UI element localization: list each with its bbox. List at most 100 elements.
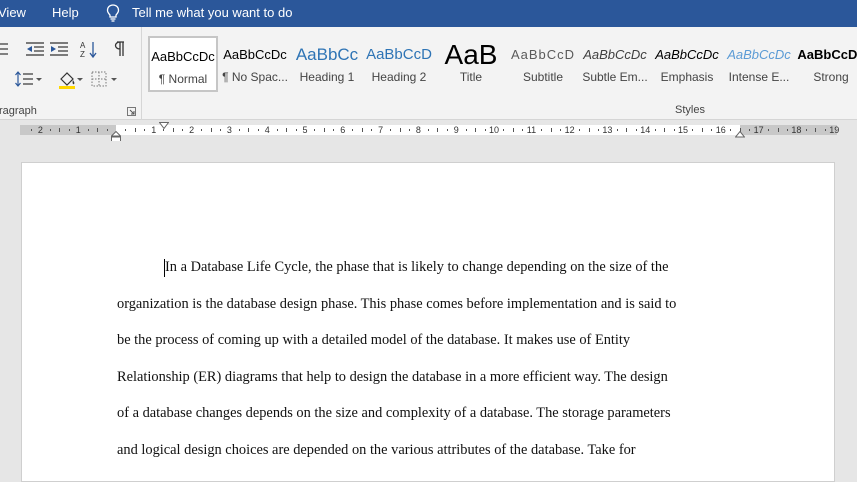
menu-help[interactable]: Help <box>52 5 79 20</box>
styles-gallery: AaBbCcDc ¶ Normal AaBbCcDc ¶ No Spac... … <box>148 36 857 92</box>
ruler-tick <box>172 128 174 132</box>
style-preview: AaBbCcDc <box>583 47 647 62</box>
ruler-tick <box>550 128 552 132</box>
ruler-tick <box>588 128 590 132</box>
ruler-tick <box>815 128 817 132</box>
style-name: Subtle Em... <box>582 70 648 84</box>
paragraph-line[interactable]: and logical design choices are depended … <box>117 442 636 459</box>
ruler-tick <box>333 129 335 131</box>
ruler-tick <box>503 129 505 131</box>
style-subtle-emphasis[interactable]: AaBbCcDc Subtle Em... <box>580 36 650 92</box>
ruler-label: 19 <box>829 125 840 135</box>
style-preview: AaBbCcD <box>366 46 432 63</box>
ruler-tick <box>786 129 788 131</box>
decrease-indent-icon[interactable] <box>24 39 46 59</box>
borders-icon[interactable] <box>88 69 110 89</box>
ruler-label: 1 <box>151 125 157 135</box>
ruler-tick <box>673 129 675 131</box>
ruler-tick <box>125 129 127 131</box>
style-subtitle[interactable]: AaBbCcD Subtitle <box>508 36 578 92</box>
borders-dropdown-icon[interactable] <box>109 69 119 89</box>
ruler-tick <box>597 129 599 131</box>
ruler-tick <box>286 128 288 132</box>
style-preview: AaBbCcD <box>510 47 576 62</box>
paragraph-line[interactable]: organization is the database design phas… <box>117 296 676 313</box>
svg-text:Z: Z <box>80 50 85 59</box>
style-name: Emphasis <box>660 70 714 84</box>
ruler-tick <box>106 129 108 131</box>
ruler-tick <box>635 129 637 131</box>
show-formatting-marks-icon[interactable] <box>108 39 130 59</box>
ruler-label: 5 <box>302 125 308 135</box>
ruler-label: 18 <box>791 125 802 135</box>
style-intense-emphasis[interactable]: AaBbCcDc Intense E... <box>724 36 794 92</box>
ruler-tick <box>626 128 628 132</box>
ruler-tick <box>390 129 392 131</box>
ruler-tick <box>361 128 363 132</box>
document-area: In a Database Life Cycle, the phase that… <box>0 141 857 482</box>
ruler-tick <box>49 129 51 131</box>
ruler-label: 7 <box>378 125 384 135</box>
ruler-label: 3 <box>226 125 232 135</box>
paragraph-line[interactable]: be the process of coming up with a detai… <box>117 332 630 349</box>
lightbulb-icon[interactable] <box>105 3 121 23</box>
ruler-label: 2 <box>189 125 195 135</box>
ruler-tick <box>210 128 212 132</box>
style-emphasis[interactable]: AaBbCcDc Emphasis <box>652 36 722 92</box>
ruler-tick <box>182 129 184 131</box>
ruler-tick <box>134 128 136 132</box>
ruler-tick <box>512 128 514 132</box>
ruler-tick <box>97 128 99 132</box>
ruler-tick <box>522 129 524 131</box>
style-normal[interactable]: AaBbCcDc ¶ Normal <box>148 36 218 92</box>
tell-me-search[interactable]: Tell me what you want to do <box>132 5 292 20</box>
ruler-tick <box>824 129 826 131</box>
style-name: ¶ No Spac... <box>222 70 288 84</box>
ruler-tick <box>219 129 221 131</box>
shading-dropdown-icon[interactable] <box>75 69 85 89</box>
menu-view[interactable]: View <box>0 5 26 20</box>
ruler-tick <box>692 129 694 131</box>
style-heading-1[interactable]: AaBbCc Heading 1 <box>292 36 362 92</box>
style-title[interactable]: AaB Title <box>436 36 506 92</box>
ruler-tick <box>257 129 259 131</box>
style-strong[interactable]: AaBbCcDc Strong <box>796 36 857 92</box>
ruler-tick <box>163 129 165 131</box>
style-name: ¶ Normal <box>158 72 208 86</box>
paragraph-line[interactable]: of a database changes depends on the siz… <box>117 405 671 422</box>
ruler-tick <box>664 128 666 132</box>
ruler-tick <box>59 128 61 132</box>
paragraph-line[interactable]: In a Database Life Cycle, the phase that… <box>165 259 669 276</box>
style-no-spacing[interactable]: AaBbCcDc ¶ No Spac... <box>220 36 290 92</box>
ruler-label: 15 <box>678 125 689 135</box>
style-heading-2[interactable]: AaBbCcD Heading 2 <box>364 36 434 92</box>
ruler-tick <box>711 129 713 131</box>
style-name: Intense E... <box>728 70 790 84</box>
style-name: Heading 2 <box>371 70 427 84</box>
first-line-indent-marker-icon[interactable] <box>159 122 169 129</box>
ruler-tick <box>484 129 486 131</box>
ruler-tick <box>541 129 543 131</box>
ruler-tick <box>579 129 581 131</box>
ruler-label: 8 <box>415 125 421 135</box>
ruler-tick <box>295 129 297 131</box>
increase-indent-icon[interactable] <box>48 39 70 59</box>
ruler-tick <box>352 129 354 131</box>
sort-icon[interactable]: A Z <box>78 39 100 59</box>
dialog-launcher-icon[interactable] <box>127 107 136 116</box>
ruler-tick <box>730 129 732 131</box>
multilevel-list-icon[interactable] <box>0 39 16 59</box>
ruler-tick <box>371 129 373 131</box>
ruler-tick <box>427 129 429 131</box>
line-spacing-icon[interactable] <box>14 69 36 89</box>
ruler-label: 11 <box>526 125 537 135</box>
ruler-label: 9 <box>453 125 459 135</box>
ruler-tick <box>68 129 70 131</box>
right-indent-marker-icon[interactable] <box>735 131 745 138</box>
horizontal-ruler[interactable]: 2 1 1 2 3 4 5 6 7 8 9 10 11 12 13 14 15 16 17 18 19 <box>0 121 857 143</box>
ruler-label: 2 <box>37 125 43 135</box>
document-page[interactable]: In a Database Life Cycle, the phase that… <box>21 162 835 482</box>
paragraph-line[interactable]: Relationship (ER) diagrams that help to … <box>117 369 668 386</box>
ruler-label: 17 <box>753 125 764 135</box>
line-spacing-dropdown-icon[interactable] <box>34 69 44 89</box>
